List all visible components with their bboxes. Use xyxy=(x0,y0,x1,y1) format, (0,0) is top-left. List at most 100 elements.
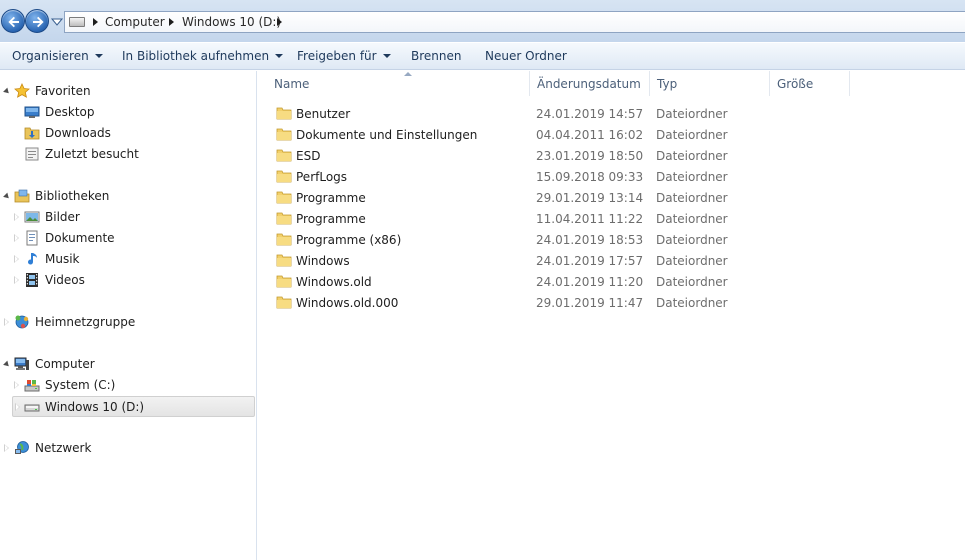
folder-icon xyxy=(276,170,292,183)
column-header-size[interactable]: Größe xyxy=(770,71,850,96)
documents-icon xyxy=(26,230,38,246)
table-row[interactable]: PerfLogs 15.09.2018 09:33 Dateiordner xyxy=(258,166,965,187)
organize-button[interactable]: Organisieren xyxy=(12,49,103,64)
desktop-icon xyxy=(24,106,40,118)
file-date: 04.04.2011 16:02 xyxy=(536,128,644,142)
expand-toggle-icon[interactable] xyxy=(3,192,11,201)
column-header-type[interactable]: Typ xyxy=(650,71,770,96)
breadcrumb-separator-icon[interactable] xyxy=(277,18,282,26)
command-bar: Organisieren In Bibliothek aufnehmen Fre… xyxy=(0,42,965,70)
expand-toggle-icon[interactable] xyxy=(14,234,19,242)
expand-toggle-icon[interactable] xyxy=(14,213,19,221)
nav-item-desktop[interactable]: Desktop xyxy=(0,102,256,123)
file-date: 29.01.2019 11:47 xyxy=(536,296,644,310)
table-row[interactable]: Windows.old.000 29.01.2019 11:47 Dateior… xyxy=(258,292,965,313)
column-header-size-label: Größe xyxy=(777,77,814,91)
expand-toggle-icon[interactable] xyxy=(4,318,9,326)
nav-libraries[interactable]: Bibliotheken xyxy=(0,186,256,207)
downloads-folder-icon xyxy=(24,127,40,140)
file-type: Dateiordner xyxy=(656,128,728,142)
breadcrumb-computer[interactable]: Computer xyxy=(105,14,165,30)
file-type: Dateiordner xyxy=(656,107,728,121)
table-row[interactable]: Dokumente und Einstellungen 04.04.2011 1… xyxy=(258,124,965,145)
file-date: 24.01.2019 17:57 xyxy=(536,254,644,268)
file-name: Programme xyxy=(296,191,366,205)
new-folder-button[interactable]: Neuer Ordner xyxy=(485,49,567,64)
nav-item-label: Bilder xyxy=(45,210,80,224)
file-type: Dateiordner xyxy=(656,233,728,247)
table-row[interactable]: Windows.old 24.01.2019 11:20 Dateiordner xyxy=(258,271,965,292)
expand-toggle-icon[interactable] xyxy=(14,276,19,284)
nav-item-music[interactable]: Musik xyxy=(0,249,256,270)
table-row[interactable]: ESD 23.01.2019 18:50 Dateiordner xyxy=(258,145,965,166)
include-in-library-button[interactable]: In Bibliothek aufnehmen xyxy=(122,49,284,64)
file-type: Dateiordner xyxy=(656,254,728,268)
nav-favorites-label: Favoriten xyxy=(35,84,91,98)
file-type: Dateiordner xyxy=(656,191,728,205)
nav-libraries-label: Bibliotheken xyxy=(35,189,110,203)
column-header-name[interactable]: Name xyxy=(267,71,530,96)
breadcrumb[interactable]: Computer Windows 10 (D:) xyxy=(64,11,965,33)
table-row[interactable]: Windows 24.01.2019 17:57 Dateiordner xyxy=(258,250,965,271)
nav-item-label: Desktop xyxy=(45,105,95,119)
nav-network-label: Netzwerk xyxy=(35,441,92,455)
nav-favorites[interactable]: Favoriten xyxy=(0,81,256,102)
recent-pages-dropdown-icon[interactable] xyxy=(51,17,63,27)
table-row[interactable]: Programme (x86) 24.01.2019 18:53 Dateior… xyxy=(258,229,965,250)
address-bar-area: Computer Windows 10 (D:) xyxy=(0,0,965,42)
music-note-icon xyxy=(28,253,37,265)
arrow-left-icon xyxy=(8,16,19,28)
column-header-type-label: Typ xyxy=(657,77,678,91)
nav-item-label: System (C:) xyxy=(45,378,116,392)
forward-button[interactable] xyxy=(25,9,49,33)
expand-toggle-icon[interactable] xyxy=(4,444,9,452)
nav-item-drive-d[interactable]: Windows 10 (D:) xyxy=(12,396,255,417)
back-button[interactable] xyxy=(1,9,25,33)
file-list: Name Änderungsdatum Typ Größe Benutzer 2… xyxy=(258,71,965,560)
video-film-icon xyxy=(26,273,38,287)
table-row[interactable]: Programme 29.01.2019 13:14 Dateiordner xyxy=(258,187,965,208)
share-with-button[interactable]: Freigeben für xyxy=(297,49,391,64)
file-date: 15.09.2018 09:33 xyxy=(536,170,644,184)
nav-computer[interactable]: Computer xyxy=(0,354,256,375)
nav-item-recent-places[interactable]: Zuletzt besucht xyxy=(0,144,256,165)
pictures-icon xyxy=(24,211,40,223)
folder-icon xyxy=(276,128,292,141)
expand-toggle-icon[interactable] xyxy=(15,403,20,411)
nav-homegroup-label: Heimnetzgruppe xyxy=(35,315,136,329)
system-drive-icon xyxy=(24,380,40,392)
expand-toggle-icon[interactable] xyxy=(3,360,11,369)
table-row[interactable]: Programme 11.04.2011 11:22 Dateiordner xyxy=(258,208,965,229)
expand-toggle-icon[interactable] xyxy=(14,255,19,263)
breadcrumb-separator-icon[interactable] xyxy=(169,18,174,26)
file-name: Windows xyxy=(296,254,350,268)
nav-item-label: Downloads xyxy=(45,126,111,140)
chevron-down-icon xyxy=(275,54,284,58)
folder-icon xyxy=(276,191,292,204)
file-type: Dateiordner xyxy=(656,170,728,184)
nav-item-videos[interactable]: Videos xyxy=(0,270,256,291)
table-row[interactable]: Benutzer 24.01.2019 14:57 Dateiordner xyxy=(258,103,965,124)
breadcrumb-drive[interactable]: Windows 10 (D:) xyxy=(182,14,281,30)
folder-icon xyxy=(276,254,292,267)
file-date: 24.01.2019 11:20 xyxy=(536,275,644,289)
arrow-right-icon xyxy=(33,16,44,28)
nav-homegroup[interactable]: Heimnetzgruppe xyxy=(0,312,256,333)
column-header-date[interactable]: Änderungsdatum xyxy=(530,71,650,96)
nav-item-drive-c[interactable]: System (C:) xyxy=(0,375,256,396)
expand-toggle-icon[interactable] xyxy=(14,381,19,389)
folder-icon xyxy=(276,296,292,309)
file-date: 29.01.2019 13:14 xyxy=(536,191,644,205)
breadcrumb-separator-icon[interactable] xyxy=(93,18,98,26)
nav-item-label: Videos xyxy=(45,273,85,287)
chevron-down-icon xyxy=(94,54,103,58)
network-icon xyxy=(15,441,29,454)
burn-button[interactable]: Brennen xyxy=(411,49,461,64)
nav-item-pictures[interactable]: Bilder xyxy=(0,207,256,228)
nav-item-downloads[interactable]: Downloads xyxy=(0,123,256,144)
share-with-label: Freigeben für xyxy=(297,49,377,63)
expand-toggle-icon[interactable] xyxy=(3,87,11,96)
file-name: PerfLogs xyxy=(296,170,348,184)
nav-item-documents[interactable]: Dokumente xyxy=(0,228,256,249)
nav-network[interactable]: Netzwerk xyxy=(0,438,256,459)
